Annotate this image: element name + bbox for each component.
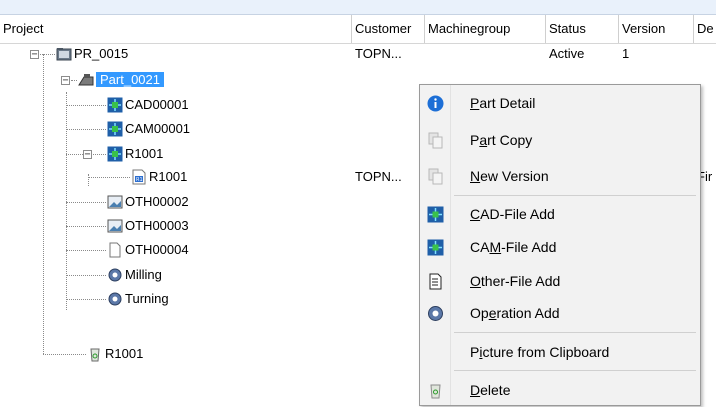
context-menu: Part Detail Part Copy New Version CAD-Fi… — [419, 84, 701, 406]
menu-item-delete[interactable]: Delete — [420, 374, 700, 407]
tree-node-oth00003[interactable]: OTH00003 — [107, 216, 189, 236]
cam-icon — [427, 239, 444, 256]
menu-item-cad-file-add[interactable]: CAD-File Add — [420, 198, 700, 231]
cam-icon — [107, 121, 123, 137]
copy-icon — [428, 132, 443, 149]
cad-icon — [427, 206, 444, 223]
column-description[interactable]: De — [694, 15, 716, 43]
column-status[interactable]: Status — [546, 15, 619, 43]
tree-node-part[interactable]: Part_0021 — [78, 70, 164, 90]
document-icon — [429, 273, 442, 290]
column-version[interactable]: Version — [619, 15, 694, 43]
folder-icon — [56, 48, 72, 61]
menu-item-part-detail[interactable]: Part Detail — [420, 87, 700, 120]
customer-cell: TOPN... — [355, 169, 402, 184]
copy-icon — [428, 168, 443, 185]
version-cell: 1 — [622, 46, 630, 61]
tree-node-turning[interactable]: Turning — [107, 289, 169, 309]
info-icon — [427, 95, 444, 112]
tree-node-milling[interactable]: Milling — [107, 265, 162, 285]
column-header: Project Customer Machinegroup Status Ver… — [0, 15, 716, 44]
title-strip — [0, 0, 716, 15]
tree-node-cam[interactable]: CAM00001 — [107, 119, 190, 139]
tree-node-r1001-version[interactable]: R1 R1001 — [131, 167, 187, 187]
menu-item-other-file-add[interactable]: Other-File Add — [420, 265, 700, 298]
gear-icon — [108, 268, 122, 282]
part-icon — [78, 74, 94, 86]
collapse-toggle[interactable]: − — [83, 150, 92, 160]
column-customer[interactable]: Customer — [352, 15, 425, 43]
tree-node-oth00004[interactable]: OTH00004 — [107, 240, 189, 260]
column-project[interactable]: Project — [0, 15, 352, 43]
gear-icon — [108, 292, 122, 306]
column-machinegroup[interactable]: Machinegroup — [425, 15, 546, 43]
menu-separator — [454, 195, 696, 196]
tree-node-oth00002[interactable]: OTH00002 — [107, 192, 189, 212]
version-file-icon: R1 — [132, 169, 146, 185]
tree-node-r1001-recycle[interactable]: R1001 — [87, 344, 143, 364]
svg-text:R1: R1 — [136, 177, 143, 183]
recycle-icon — [430, 384, 441, 399]
cad-icon — [107, 97, 123, 113]
gear-icon — [428, 306, 443, 321]
recycle-bin-icon — [90, 348, 100, 362]
image-file-icon — [107, 219, 123, 233]
menu-item-cam-file-add[interactable]: CAM-File Add — [420, 231, 700, 264]
tree-node-project[interactable]: PR_0015 — [56, 44, 128, 64]
status-cell: Active — [549, 46, 585, 61]
collapse-toggle[interactable]: − — [61, 76, 70, 86]
blank-file-icon — [109, 242, 121, 258]
menu-separator — [454, 370, 696, 371]
tree-node-r1001[interactable]: R1001 — [107, 144, 163, 164]
menu-item-operation-add[interactable]: Operation Add — [420, 297, 700, 330]
collapse-toggle[interactable]: − — [30, 50, 39, 60]
menu-item-picture-from-clipboard[interactable]: Picture from Clipboard — [420, 336, 700, 369]
menu-item-new-version[interactable]: New Version — [420, 160, 700, 193]
tree-node-cad[interactable]: CAD00001 — [107, 95, 189, 115]
table-row[interactable]: − PR_0015 TOPN... Active 1 — [0, 44, 716, 64]
menu-item-part-copy[interactable]: Part Copy — [420, 124, 700, 157]
image-file-icon — [107, 195, 123, 209]
cad-icon — [107, 146, 123, 162]
menu-separator — [454, 332, 696, 333]
customer-cell: TOPN... — [355, 46, 402, 61]
